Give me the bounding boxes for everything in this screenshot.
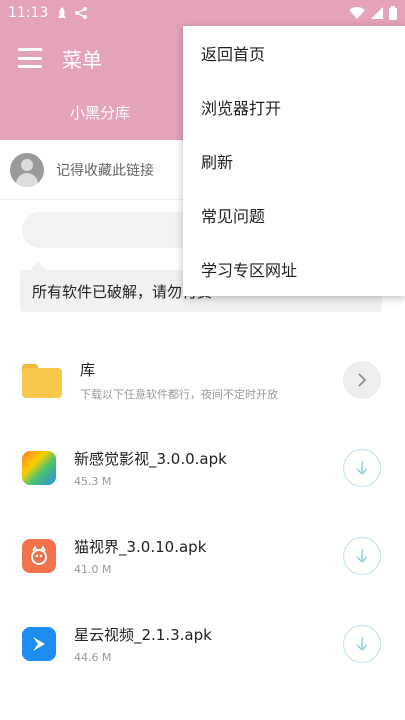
menu-item-refresh[interactable]: 刷新 — [183, 134, 405, 188]
download-icon[interactable] — [343, 449, 381, 487]
status-time: 11:13 — [8, 5, 49, 21]
avatar[interactable] — [10, 152, 44, 187]
status-system-icons — [349, 6, 397, 20]
app-icon-xingyun — [22, 627, 56, 661]
menu-item-faq[interactable]: 常见问题 — [183, 188, 405, 242]
download-icon[interactable] — [343, 537, 381, 575]
list-item[interactable]: 新感觉影视_3.0.0.apk 45.3 M — [0, 424, 405, 512]
hamburger-menu-icon[interactable] — [18, 48, 42, 68]
menu-item-home[interactable]: 返回首页 — [183, 26, 405, 80]
share-icon — [75, 7, 88, 19]
overflow-menu: 返回首页 浏览器打开 刷新 常见问题 学习专区网址 — [183, 26, 405, 296]
tab-library[interactable]: 小黑分库 — [48, 102, 152, 123]
file-list: 库 下载以下任意软件都行，夜间不定时开放 新感觉影视_3.0.0.apk 45.… — [0, 336, 405, 688]
folder-icon — [22, 362, 62, 398]
wifi-icon — [349, 7, 365, 19]
chevron-right-icon[interactable] — [343, 361, 381, 399]
menu-item-learning-url[interactable]: 学习专区网址 — [183, 242, 405, 296]
app-icon-xinganjue — [22, 451, 56, 485]
folder-row[interactable]: 库 下载以下任意软件都行，夜间不定时开放 — [0, 336, 405, 424]
notification-app-icon — [58, 7, 67, 18]
page-title: 菜单 — [62, 48, 102, 72]
app-name: 新感觉影视_3.0.0.apk — [74, 450, 227, 468]
list-item[interactable]: 星云视频_2.1.3.apk 44.6 M — [0, 600, 405, 688]
status-notification-icons — [56, 6, 88, 20]
menu-item-open-browser[interactable]: 浏览器打开 — [183, 80, 405, 134]
app-name: 星云视频_2.1.3.apk — [74, 626, 212, 644]
download-icon[interactable] — [343, 625, 381, 663]
app-size: 44.6 M — [74, 651, 112, 664]
app-size: 45.3 M — [74, 475, 112, 488]
app-size: 41.0 M — [74, 563, 112, 576]
status-bar: 11:13 — [0, 0, 405, 26]
app-icon-maoshijie — [22, 539, 56, 573]
list-item[interactable]: 猫视界_3.0.10.apk 41.0 M — [0, 512, 405, 600]
share-text: 记得收藏此链接 — [56, 162, 154, 179]
folder-subtitle: 下载以下任意软件都行，夜间不定时开放 — [80, 387, 278, 401]
signal-icon — [371, 7, 383, 19]
app-name: 猫视界_3.0.10.apk — [74, 538, 207, 556]
folder-title: 库 — [80, 360, 96, 379]
battery-icon — [389, 6, 397, 20]
